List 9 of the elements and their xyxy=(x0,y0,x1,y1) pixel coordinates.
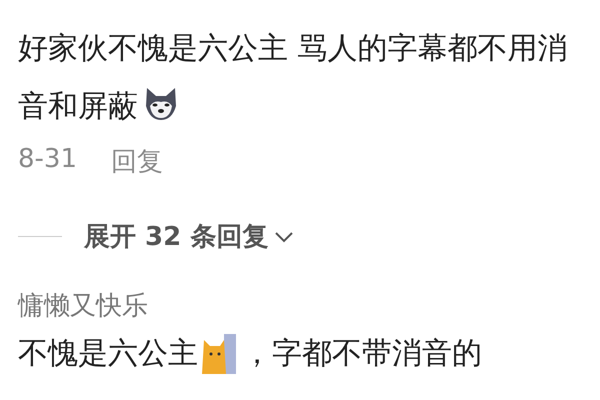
cat-emoji-icon xyxy=(202,334,238,374)
comment-text: ，字都不带消音的 xyxy=(242,335,482,373)
comment-author[interactable]: 慵懒又快乐 xyxy=(18,288,600,323)
comment-text: 好家伙不愧是六公主 骂人的字幕都不用消音和屏蔽 xyxy=(18,30,569,126)
comment-date: 8-31 xyxy=(18,144,78,176)
reply-link[interactable]: 回复 xyxy=(111,144,164,179)
chevron-down-icon xyxy=(274,230,294,242)
comment-text: 不愧是六公主 xyxy=(18,335,198,373)
expand-replies-button[interactable]: 展开 32 条回复 xyxy=(18,219,294,254)
